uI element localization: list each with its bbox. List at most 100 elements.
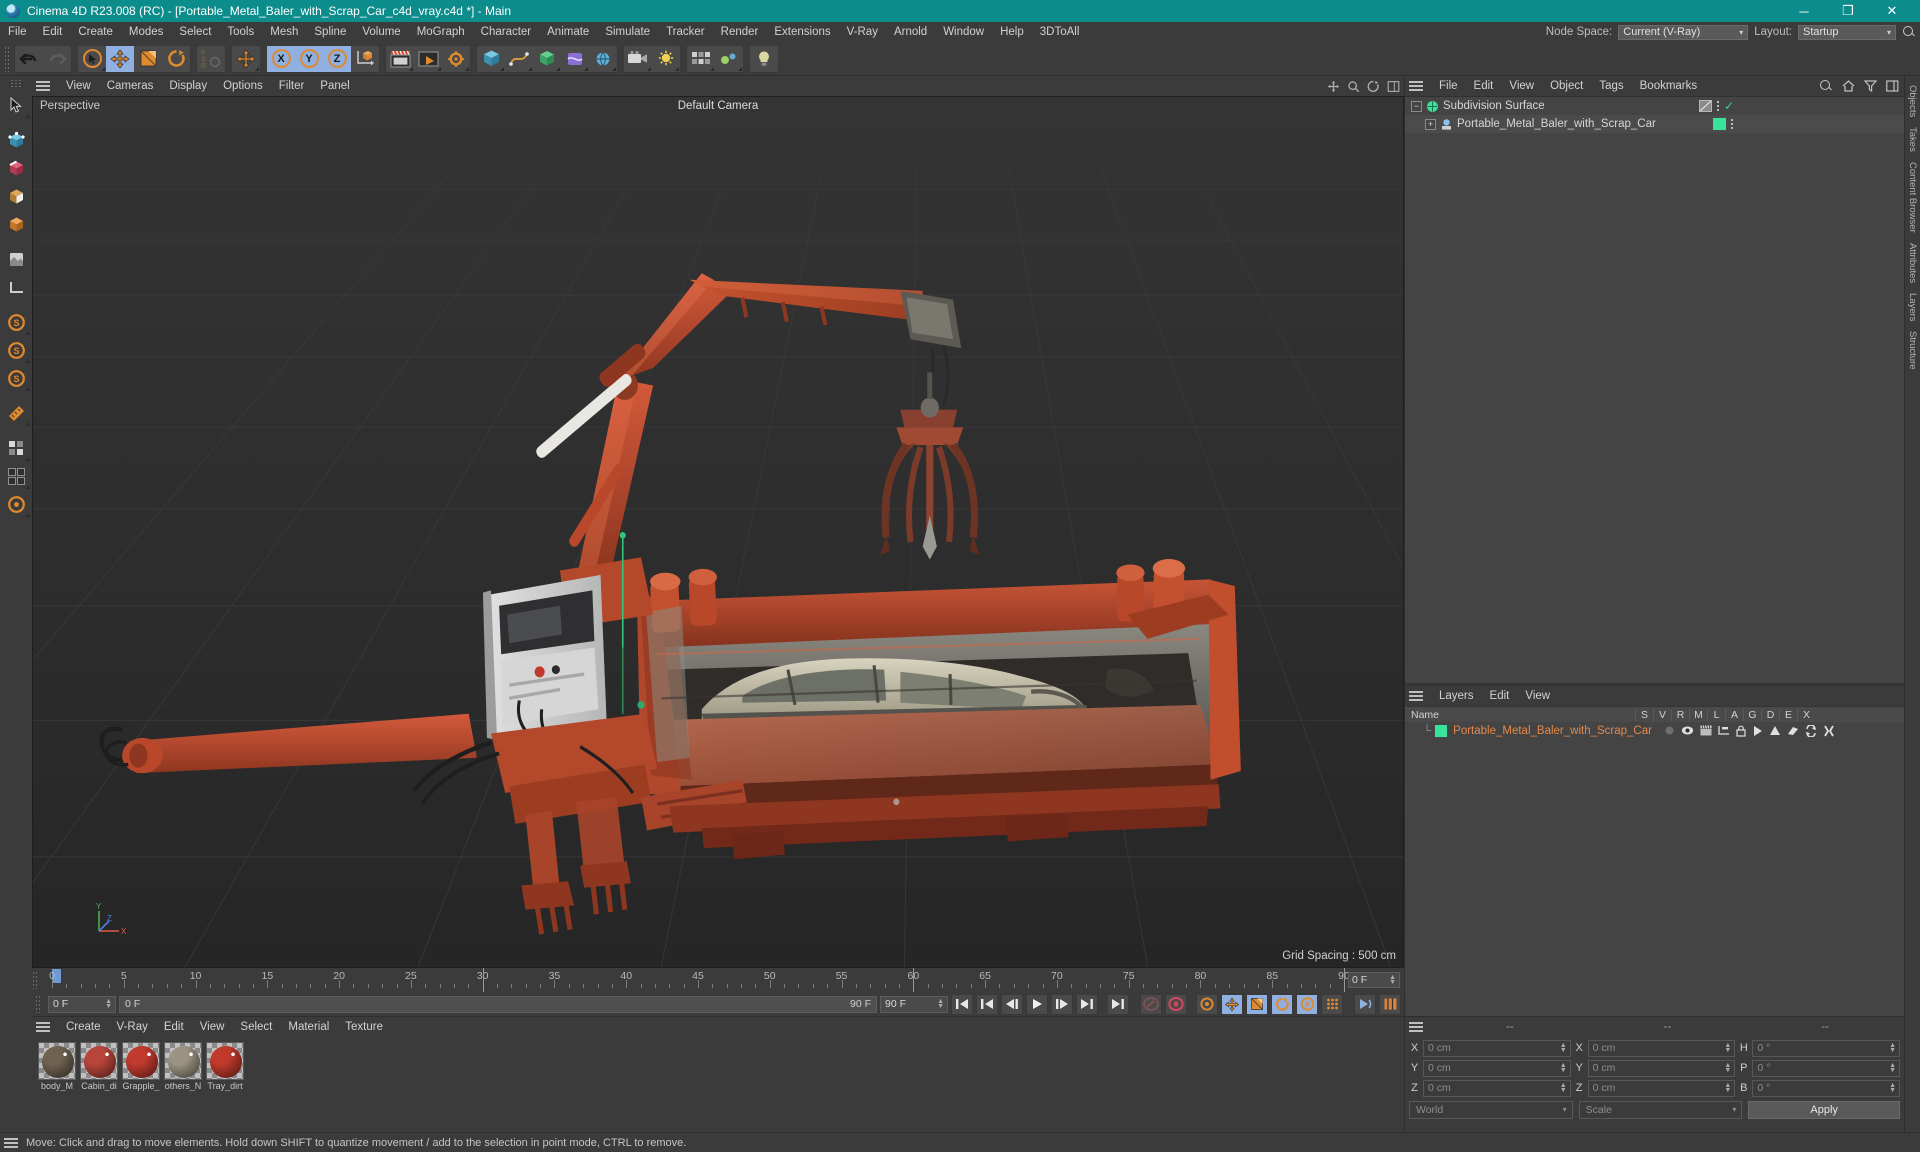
om-menu-view[interactable]: View (1501, 76, 1542, 96)
step-back-button[interactable] (1001, 993, 1023, 1015)
animation-icon[interactable] (1752, 725, 1763, 737)
material-hamburger-icon[interactable] (36, 1021, 52, 1033)
go-to-start-button[interactable] (951, 993, 973, 1015)
home-icon[interactable] (1842, 80, 1855, 92)
layers-hamburger-icon[interactable] (1409, 690, 1425, 702)
material-menu-vray[interactable]: V-Ray (109, 1017, 156, 1037)
menu-animate[interactable]: Animate (539, 22, 597, 42)
redo-button[interactable] (43, 46, 71, 72)
filter-icon[interactable] (1864, 80, 1877, 92)
menu-file[interactable]: File (0, 22, 35, 42)
subdivision-surface-icon[interactable] (1426, 100, 1439, 113)
spinner-icon[interactable]: ▲ ▼ (1889, 1082, 1896, 1094)
menu-simulate[interactable]: Simulate (597, 22, 658, 42)
layers-col-e[interactable]: E (1779, 708, 1797, 721)
coordinates-hamburger-icon[interactable] (1409, 1021, 1425, 1033)
layers-col-d[interactable]: D (1761, 708, 1779, 721)
axis-x-button[interactable]: X (267, 45, 295, 72)
viewport-maximize-icon[interactable] (1387, 80, 1400, 93)
viewport-perspective[interactable]: Perspective Default Camera Grid Spacing … (32, 96, 1404, 968)
vtab-content-browser[interactable]: Content Browser (1907, 157, 1918, 238)
menu-mesh[interactable]: Mesh (262, 22, 306, 42)
layers-col-l[interactable]: L (1707, 708, 1725, 721)
rotation-key-button[interactable] (1271, 993, 1293, 1015)
spinner-icon[interactable]: ▲ ▼ (1560, 1082, 1567, 1094)
menu-character[interactable]: Character (473, 22, 540, 42)
menu-edit[interactable]: Edit (35, 22, 71, 42)
object-manager-hamburger-icon[interactable] (1409, 80, 1425, 92)
tag-dots-icon[interactable] (1730, 118, 1734, 130)
material-menu-edit[interactable]: Edit (156, 1017, 192, 1037)
selection-tool-button[interactable] (2, 91, 30, 119)
layers-col-x[interactable]: X (1797, 708, 1815, 721)
expression-icon[interactable] (1805, 724, 1817, 737)
viewport-menu-filter[interactable]: Filter (271, 76, 313, 96)
render-icon[interactable] (1700, 725, 1712, 736)
null-object-icon[interactable] (1440, 118, 1453, 131)
generator-button[interactable] (533, 46, 561, 72)
phong-tag-icon[interactable] (1698, 100, 1712, 112)
viewport-display-button[interactable] (2, 462, 30, 490)
node-space-dropdown[interactable]: Current (V-Ray) ▾ (1618, 24, 1749, 40)
go-to-previous-key-button[interactable] (976, 993, 998, 1015)
material-item[interactable]: Grapple_ (122, 1042, 160, 1127)
vtab-attributes[interactable]: Attributes (1907, 238, 1918, 288)
current-frame-input[interactable]: 0 F ▲ ▼ (48, 995, 116, 1013)
material-menu-material[interactable]: Material (280, 1017, 337, 1037)
menu-spline[interactable]: Spline (306, 22, 354, 42)
menu-vray[interactable]: V-Ray (839, 22, 886, 42)
om-menu-tags[interactable]: Tags (1591, 76, 1631, 96)
vtab-layers[interactable]: Layers (1907, 288, 1918, 327)
menu-modes[interactable]: Modes (121, 22, 172, 42)
texture-mode-button[interactable] (2, 245, 30, 273)
measure-tool-button[interactable] (2, 399, 30, 427)
lock-icon[interactable] (1736, 725, 1746, 737)
coord-size-z-input[interactable]: 0 cm ▲ ▼ (1587, 1079, 1736, 1097)
material-item[interactable]: others_N (164, 1042, 202, 1127)
timeline-grip[interactable] (32, 971, 39, 989)
material-preview[interactable] (206, 1042, 244, 1080)
world-object-axis-button[interactable] (351, 46, 379, 72)
workplane-lock-button[interactable] (2, 434, 30, 462)
material-preview[interactable] (122, 1042, 160, 1080)
status-hamburger-icon[interactable] (4, 1137, 20, 1149)
transport-grip[interactable] (35, 995, 42, 1013)
layers-menu-view[interactable]: View (1517, 686, 1558, 706)
manager-icon[interactable] (1718, 725, 1730, 736)
environment-button[interactable] (589, 46, 617, 72)
expand-collapse-toggle[interactable]: + (1425, 118, 1436, 130)
om-menu-bookmarks[interactable]: Bookmarks (1632, 76, 1706, 96)
live-selection-button[interactable] (78, 46, 106, 72)
viewport-menu-options[interactable]: Options (215, 76, 271, 96)
menu-window[interactable]: Window (935, 22, 992, 42)
viewport-menu-cameras[interactable]: Cameras (99, 76, 162, 96)
polygon-mode-button[interactable] (2, 182, 30, 210)
material-menu-texture[interactable]: Texture (337, 1017, 391, 1037)
menu-tracker[interactable]: Tracker (658, 22, 713, 42)
scale-key-button[interactable] (1246, 993, 1268, 1015)
menu-volume[interactable]: Volume (354, 22, 408, 42)
move-tool-button[interactable] (106, 45, 134, 72)
coord-rot-b-input[interactable]: 0 ° ▲ ▼ (1752, 1079, 1901, 1097)
xref-icon[interactable] (1823, 725, 1835, 737)
psr-button[interactable]: PSR (197, 46, 225, 72)
spinner-icon[interactable]: ▲ ▼ (1560, 1042, 1567, 1054)
search-icon[interactable] (1819, 79, 1833, 93)
coordinate-system-dropdown[interactable]: World ▾ (1409, 1100, 1573, 1119)
apply-button[interactable]: Apply (1748, 1100, 1901, 1119)
viewport-zoom-icon[interactable] (1347, 80, 1360, 93)
material-preview[interactable] (164, 1042, 202, 1080)
layers-col-g[interactable]: G (1743, 708, 1761, 721)
object-row[interactable]: + Portable_Metal_Baler_with_Scrap_Car (1405, 115, 1904, 133)
deformer-button[interactable] (561, 46, 589, 72)
material-item[interactable]: Cabin_di (80, 1042, 118, 1127)
solo-icon[interactable] (1664, 725, 1675, 736)
layers-list[interactable]: └ Portable_Metal_Baler_with_Scrap_Car (1405, 722, 1904, 1016)
timeline-button[interactable] (1379, 993, 1401, 1015)
viewport-hamburger-icon[interactable] (36, 80, 52, 92)
coordinate-mode-dropdown[interactable]: Scale ▾ (1578, 1100, 1743, 1119)
spinner-icon[interactable]: ▲ ▼ (1389, 974, 1396, 986)
scale-tool-button[interactable] (134, 46, 162, 72)
left-toolbar-grip[interactable] (10, 79, 22, 88)
animation-mode-button[interactable] (1354, 993, 1376, 1015)
